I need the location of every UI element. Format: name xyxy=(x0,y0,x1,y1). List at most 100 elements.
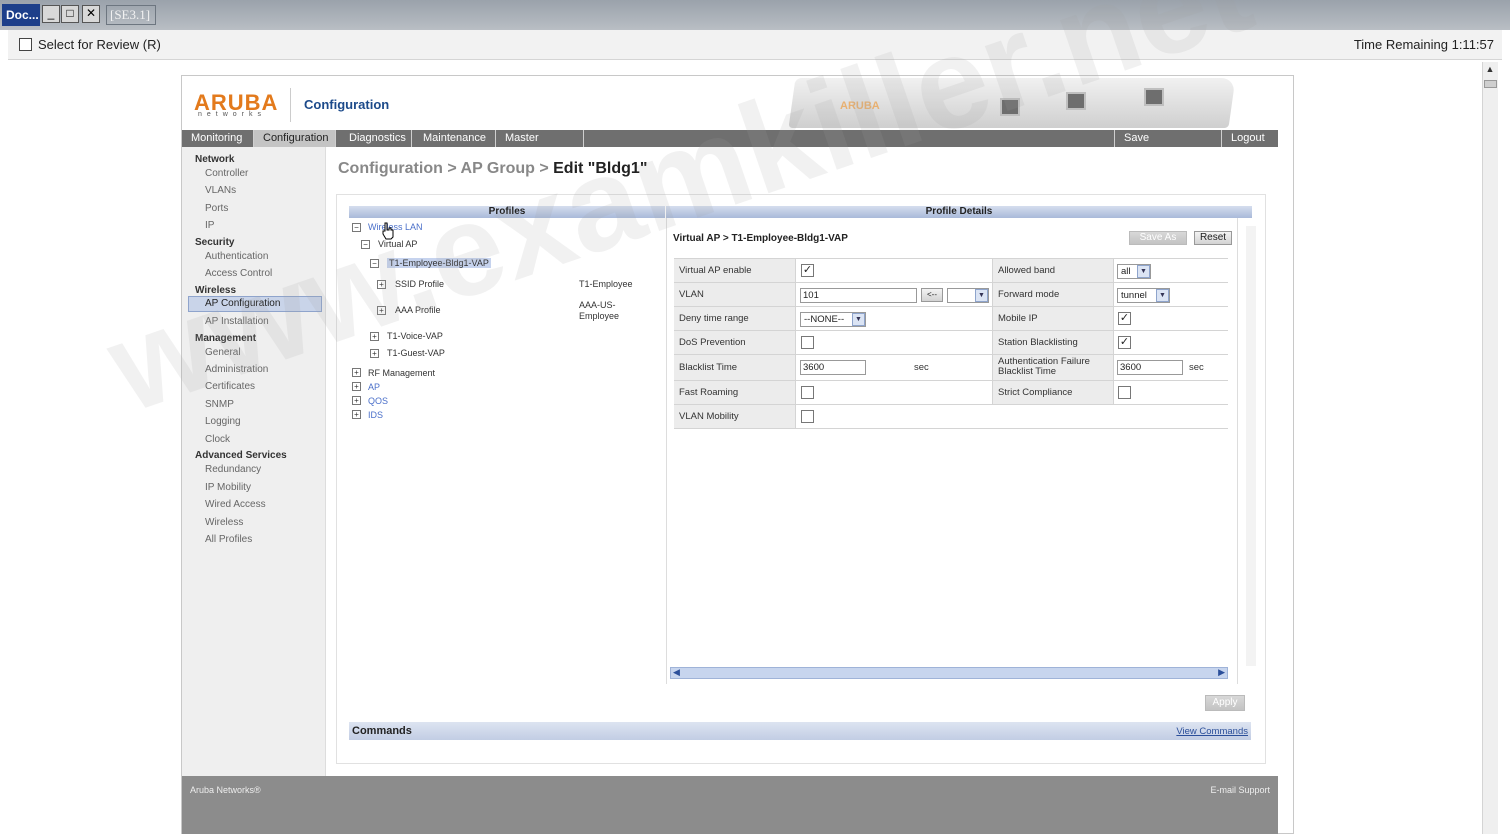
label-deny-time-range: Deny time range xyxy=(674,307,796,330)
sidebar-section-network: Network xyxy=(195,154,235,165)
aaa-profile-value: AAA-US-Employee xyxy=(579,300,620,321)
label-mobile-ip: Mobile IP xyxy=(992,307,1114,330)
strict-compliance-checkbox[interactable] xyxy=(1118,386,1131,399)
label-forward-mode: Forward mode xyxy=(992,283,1114,306)
sidebar-item-ip-mobility[interactable]: IP Mobility xyxy=(205,482,251,493)
chevron-down-icon[interactable]: ▼ xyxy=(1156,289,1169,302)
simulation-title: [SE3.1] xyxy=(106,5,156,25)
logout-button[interactable]: Logout xyxy=(1222,130,1278,147)
row-vlan-mobility: VLAN Mobility xyxy=(674,405,1228,429)
sidebar-item-clock[interactable]: Clock xyxy=(205,434,230,445)
sidebar-item-ip[interactable]: IP xyxy=(205,220,214,231)
label-virtual-ap-enable: Virtual AP enable xyxy=(674,259,796,282)
expand-icon[interactable]: + xyxy=(352,396,361,405)
sidebar-item-vlans[interactable]: VLANs xyxy=(205,185,236,196)
sidebar-item-redundancy[interactable]: Redundancy xyxy=(205,464,261,475)
row-mobile-ip: Mobile IP ✓ xyxy=(992,307,1228,331)
commands-label: Commands xyxy=(352,725,412,737)
station-blacklisting-checkbox[interactable]: ✓ xyxy=(1118,336,1131,349)
chevron-down-icon[interactable]: ▼ xyxy=(1137,265,1150,278)
mobile-ip-checkbox[interactable]: ✓ xyxy=(1118,312,1131,325)
save-configuration-button[interactable]: Save Configuration xyxy=(1114,130,1222,161)
label-blacklist-time: Blacklist Time xyxy=(674,355,796,380)
sidebar-item-wired-access[interactable]: Wired Access xyxy=(205,499,266,510)
row-fast-roaming: Fast Roaming xyxy=(674,381,992,405)
expand-icon[interactable]: + xyxy=(352,382,361,391)
view-commands-link[interactable]: View Commands xyxy=(1176,726,1248,737)
scroll-thumb[interactable] xyxy=(1484,80,1497,88)
apply-button[interactable]: Apply xyxy=(1205,695,1245,711)
header-title: Configuration xyxy=(304,97,390,112)
exam-title-bar: Doc... _ □ ✕ [SE3.1] xyxy=(0,0,1510,30)
sidebar-item-controller[interactable]: Controller xyxy=(205,168,248,179)
commands-bar: Commands View Commands xyxy=(349,722,1251,740)
aruba-logo-subtitle: networks xyxy=(198,111,267,118)
row-forward-mode: Forward mode tunnel ▼ xyxy=(992,283,1228,307)
reset-button[interactable]: Reset xyxy=(1194,231,1232,245)
scroll-right-icon[interactable]: ▶ xyxy=(1218,667,1225,678)
sidebar-item-wireless[interactable]: Wireless xyxy=(205,517,243,528)
vlan-input[interactable]: 101 xyxy=(800,288,917,303)
vlan-add-button[interactable]: <-- xyxy=(921,288,943,302)
scroll-left-icon[interactable]: ◀ xyxy=(673,667,680,678)
fast-roaming-checkbox[interactable] xyxy=(801,386,814,399)
virtual-ap-enable-checkbox[interactable]: ✓ xyxy=(801,264,814,277)
email-support-link[interactable]: E-mail Support xyxy=(1210,785,1270,795)
minimize-icon[interactable]: _ xyxy=(42,5,60,23)
auth-failure-blacklist-input[interactable]: 3600 xyxy=(1117,360,1183,375)
label-vlan-mobility: VLAN Mobility xyxy=(674,405,796,428)
blacklist-time-unit: sec xyxy=(914,362,929,373)
close-icon[interactable]: ✕ xyxy=(82,5,100,23)
tab-maintenance[interactable]: Maintenance xyxy=(414,130,496,147)
time-remaining: Time Remaining 1:11:57 xyxy=(1353,37,1494,52)
sidebar-section-security: Security xyxy=(195,237,235,248)
row-allowed-band: Allowed band all ▼ xyxy=(992,259,1228,283)
row-station-blacklisting: Station Blacklisting ✓ xyxy=(992,331,1228,355)
app-footer: Aruba Networks® E-mail Support xyxy=(182,776,1278,834)
header-divider xyxy=(290,88,291,122)
sidebar-item-logging[interactable]: Logging xyxy=(205,416,241,427)
tab-configuration[interactable]: Configuration xyxy=(254,130,336,147)
tree-ids[interactable]: IDS xyxy=(368,410,383,420)
row-dos-prevention: DoS Prevention xyxy=(674,331,992,355)
details-vertical-scrollbar[interactable] xyxy=(1246,226,1256,666)
dos-prevention-checkbox[interactable] xyxy=(801,336,814,349)
tab-monitoring[interactable]: Monitoring xyxy=(182,130,254,147)
scroll-up-icon[interactable]: ▲ xyxy=(1483,64,1497,78)
label-station-blacklisting: Station Blacklisting xyxy=(992,331,1114,354)
label-vlan: VLAN xyxy=(674,283,796,306)
doc-tab[interactable]: Doc... xyxy=(2,4,40,26)
row-blacklist-time: Blacklist Time 3600 sec xyxy=(674,355,992,381)
expand-icon[interactable]: + xyxy=(352,410,361,419)
chevron-down-icon[interactable]: ▼ xyxy=(852,313,865,326)
save-as-button[interactable]: Save As xyxy=(1129,231,1187,245)
label-dos-prevention: DoS Prevention xyxy=(674,331,796,354)
label-auth-failure-blacklist-time: Authentication Failure Blacklist Time xyxy=(992,355,1114,380)
row-virtual-ap-enable: Virtual AP enable ✓ xyxy=(674,259,992,283)
sidebar-section-advanced: Advanced Services xyxy=(195,450,287,461)
review-bar: Select for Review (R) Time Remaining 1:1… xyxy=(8,30,1502,60)
vlan-mobility-checkbox[interactable] xyxy=(801,410,814,423)
expand-icon[interactable]: + xyxy=(352,368,361,377)
row-strict-compliance: Strict Compliance xyxy=(992,381,1228,405)
footer-copyright: Aruba Networks® xyxy=(190,785,261,795)
row-auth-failure-blacklist-time: Authentication Failure Blacklist Time 36… xyxy=(992,355,1228,381)
chevron-down-icon[interactable]: ▼ xyxy=(975,289,988,302)
sidebar-item-ports[interactable]: Ports xyxy=(205,203,228,214)
tree-qos[interactable]: QOS xyxy=(368,396,388,406)
review-checkbox[interactable] xyxy=(19,38,32,51)
review-label[interactable]: Select for Review (R) xyxy=(38,37,161,52)
label-fast-roaming: Fast Roaming xyxy=(674,381,796,404)
auth-failure-unit: sec xyxy=(1189,362,1204,373)
sidebar-item-all-profiles[interactable]: All Profiles xyxy=(205,534,252,545)
label-strict-compliance: Strict Compliance xyxy=(992,381,1114,404)
maximize-icon[interactable]: □ xyxy=(61,5,79,23)
blacklist-time-input[interactable]: 3600 xyxy=(800,360,866,375)
tree-rf-management[interactable]: RF Management xyxy=(368,368,435,378)
outer-scrollbar[interactable]: ▲ xyxy=(1482,62,1498,834)
details-horizontal-scrollbar[interactable]: ◀ ▶ xyxy=(670,667,1228,679)
row-deny-time-range: Deny time range --NONE-- ▼ xyxy=(674,307,992,331)
label-allowed-band: Allowed band xyxy=(992,259,1114,282)
tree-ap[interactable]: AP xyxy=(368,382,380,392)
tab-diagnostics[interactable]: Diagnostics xyxy=(340,130,412,147)
